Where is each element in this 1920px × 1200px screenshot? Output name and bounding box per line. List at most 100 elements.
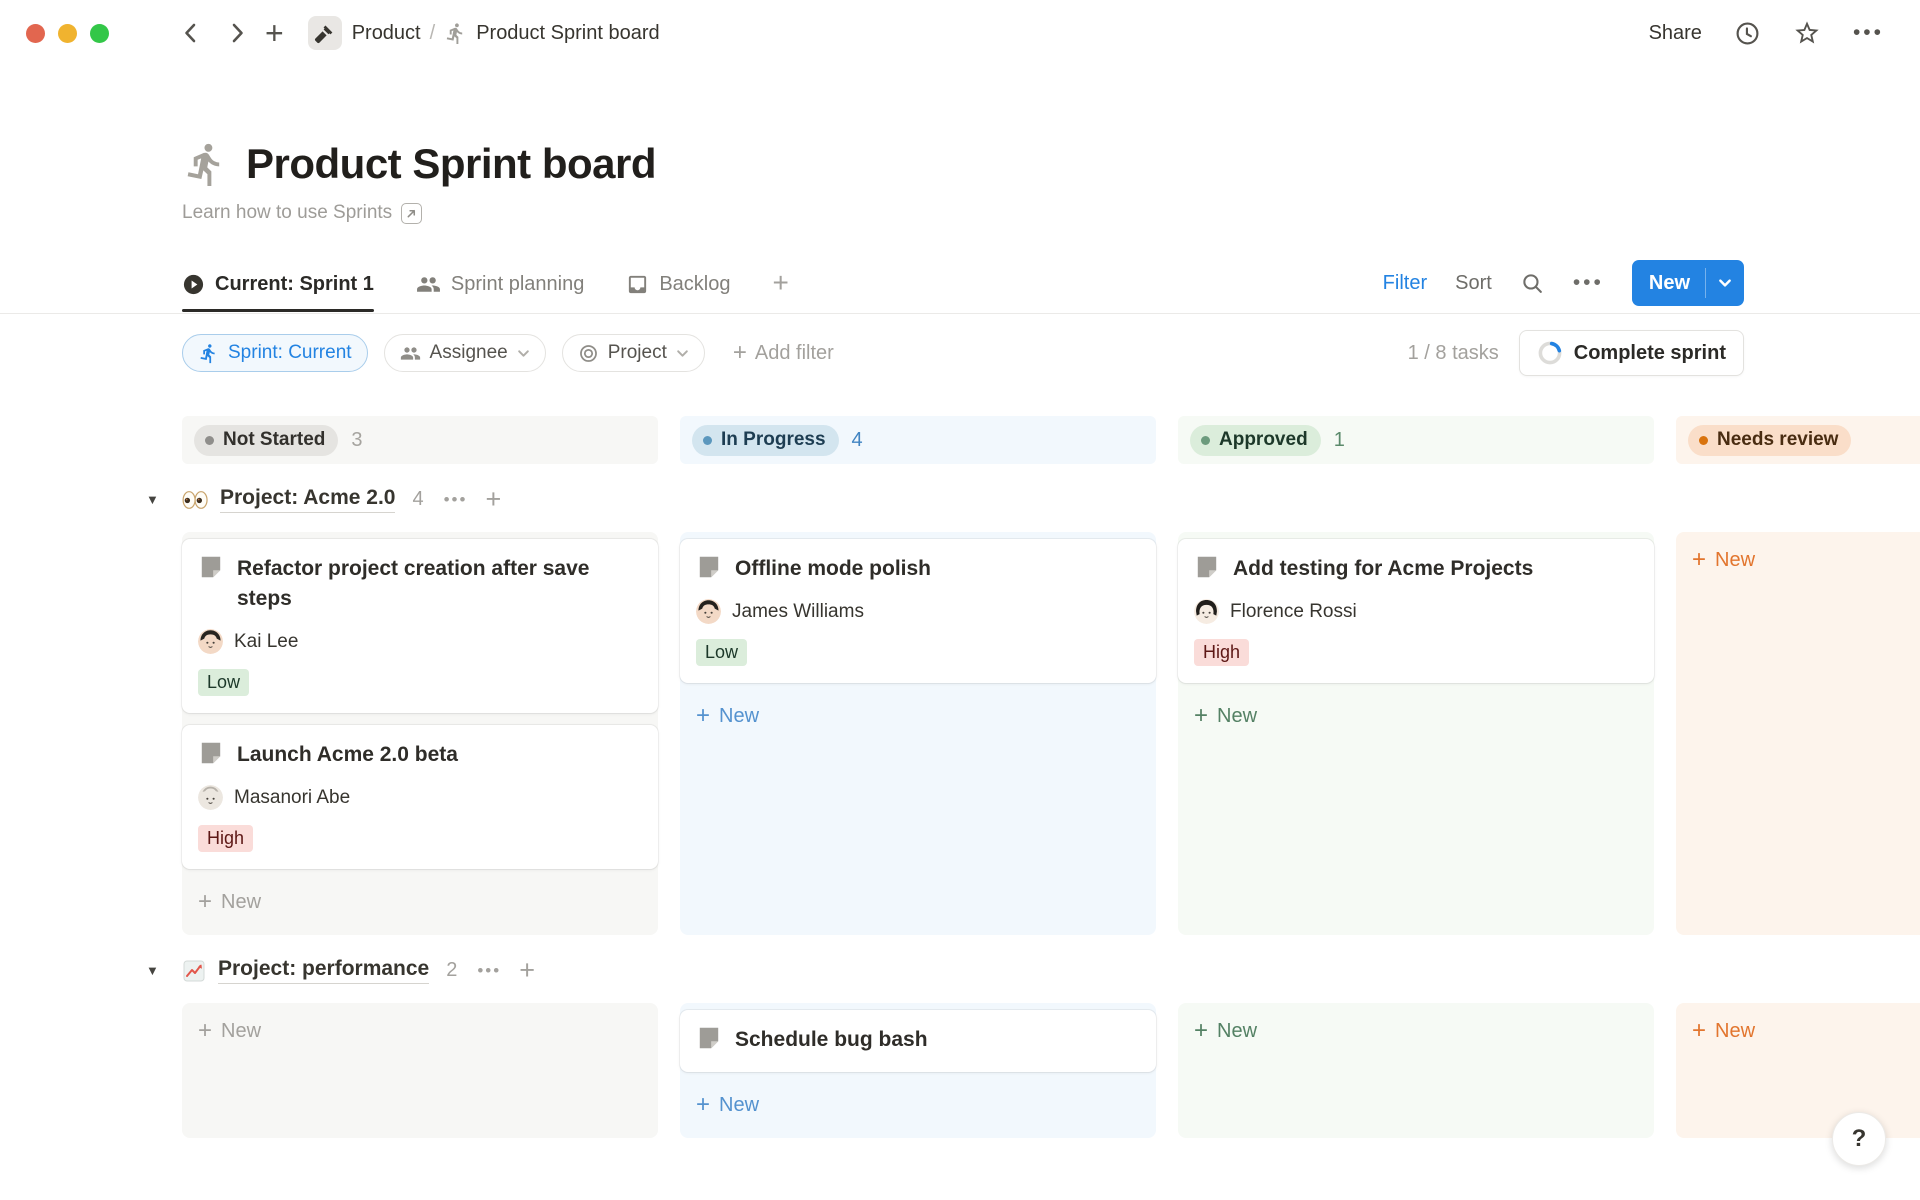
complete-sprint-button[interactable]: Complete sprint: [1519, 330, 1744, 376]
new-card-button[interactable]: +New: [1178, 695, 1654, 737]
close-window-icon[interactable]: [26, 24, 45, 43]
avatar: [198, 629, 223, 654]
status-dot-icon: [205, 436, 214, 445]
help-label: ?: [1852, 1125, 1867, 1153]
new-card-button[interactable]: +New: [1676, 1010, 1920, 1052]
page-icon: [198, 554, 224, 580]
new-card-button[interactable]: +New: [680, 1084, 1156, 1126]
task-card[interactable]: Add testing for Acme ProjectsFlorence Ro…: [1178, 539, 1654, 683]
share-button[interactable]: Share: [1649, 22, 1702, 45]
page-runner-icon[interactable]: [182, 141, 229, 188]
new-card-button[interactable]: +New: [1676, 539, 1920, 581]
priority-tag: High: [1194, 639, 1249, 666]
filter-button[interactable]: Filter: [1383, 272, 1427, 295]
plus-icon: +: [733, 339, 747, 367]
page-icon: [198, 554, 224, 614]
collapse-triangle-icon[interactable]: ▼: [146, 963, 168, 978]
priority-tag: Low: [198, 669, 249, 696]
task-card[interactable]: Offline mode polish James Williams Low: [680, 539, 1156, 683]
group-header: ▼ Project: performance 2 ••• +: [146, 955, 1920, 986]
group-count: 2: [446, 959, 457, 982]
group-more-icon[interactable]: •••: [444, 490, 468, 510]
view-more-icon[interactable]: •••: [1573, 271, 1604, 295]
new-button[interactable]: New: [1632, 260, 1744, 306]
card-assignee: Florence Rossi: [1194, 599, 1638, 624]
chevron-down-icon: [676, 347, 689, 360]
priority-tag: Low: [696, 639, 747, 666]
plus-icon: +: [198, 890, 212, 914]
filter-pill-sprint[interactable]: Sprint: Current: [182, 334, 368, 372]
plus-icon: +: [1194, 704, 1208, 728]
task-card[interactable]: Launch Acme 2.0 betaMasanori AbeHigh: [182, 725, 658, 869]
breadcrumb: Product / Product Sprint board: [342, 22, 660, 45]
menu-icon[interactable]: [131, 24, 157, 42]
group-more-icon[interactable]: •••: [477, 961, 501, 981]
status-dot-icon: [703, 436, 712, 445]
column-body-needs_review: +New: [1676, 1003, 1920, 1138]
card-title: Offline mode polish: [735, 554, 931, 584]
play-circle-icon: [182, 273, 205, 296]
clock-icon[interactable]: [1734, 20, 1761, 47]
task-card[interactable]: Refactor project creation after save ste…: [182, 539, 658, 713]
search-icon[interactable]: [1520, 271, 1545, 296]
column-body-approved: Add testing for Acme ProjectsFlorence Ro…: [1178, 532, 1654, 935]
page-icon: [696, 554, 722, 584]
tab-label: Backlog: [659, 273, 730, 296]
column-header-approved[interactable]: Approved1: [1178, 416, 1654, 464]
task-card[interactable]: Schedule bug bash: [680, 1010, 1156, 1072]
people-icon: [400, 343, 421, 364]
add-filter-label: Add filter: [755, 342, 834, 365]
card-assignee: James Williams: [696, 599, 1140, 624]
plus-icon: +: [198, 1019, 212, 1043]
avatar: [1194, 599, 1219, 624]
plus-icon: +: [1692, 1019, 1706, 1043]
new-button-label: New: [1632, 260, 1705, 306]
filter-pill-project[interactable]: Project: [562, 334, 705, 372]
back-icon[interactable]: [179, 21, 203, 45]
filter-pill-label: Assignee: [430, 342, 508, 364]
column-header-not_started[interactable]: Not Started3: [182, 416, 658, 464]
page-title: Product Sprint board: [246, 140, 656, 188]
chevron-down-icon[interactable]: [1706, 260, 1744, 306]
zoom-window-icon[interactable]: [90, 24, 109, 43]
star-icon[interactable]: [1793, 19, 1821, 47]
help-button[interactable]: ?: [1832, 1112, 1886, 1166]
new-card-button[interactable]: +New: [182, 1010, 658, 1052]
new-tab-icon[interactable]: +: [265, 17, 284, 49]
add-filter-button[interactable]: + Add filter: [733, 339, 834, 367]
workspace-hammer-icon[interactable]: [308, 16, 342, 50]
page-icon: [696, 554, 722, 580]
group-count: 4: [412, 488, 423, 511]
breadcrumb-workspace[interactable]: Product: [352, 22, 421, 45]
group-title[interactable]: Project: Acme 2.0: [220, 486, 395, 513]
page-icon: [198, 740, 224, 770]
collapse-triangle-icon[interactable]: ▼: [146, 492, 168, 507]
status-pill: Needs review: [1688, 425, 1851, 456]
add-view-icon[interactable]: +: [773, 267, 789, 307]
target-icon: [578, 343, 599, 364]
forward-icon[interactable]: [225, 21, 249, 45]
minimize-window-icon[interactable]: [58, 24, 77, 43]
filter-pill-assignee[interactable]: Assignee: [384, 334, 546, 372]
sort-button[interactable]: Sort: [1455, 272, 1492, 295]
column-body-in_progress: Schedule bug bash +New: [680, 1003, 1156, 1138]
learn-link[interactable]: Learn how to use Sprints: [182, 202, 1744, 224]
card-assignee: Kai Lee: [198, 629, 642, 654]
tab-backlog[interactable]: Backlog: [626, 263, 730, 312]
group-title[interactable]: Project: performance: [218, 957, 429, 984]
status-pill: In Progress: [692, 425, 839, 456]
new-card-button[interactable]: +New: [182, 881, 658, 923]
column-header-in_progress[interactable]: In Progress4: [680, 416, 1156, 464]
new-card-button[interactable]: +New: [680, 695, 1156, 737]
new-card-button[interactable]: +New: [1178, 1010, 1654, 1052]
group-add-icon[interactable]: +: [519, 955, 535, 986]
tab-label: Current: Sprint 1: [215, 273, 374, 296]
tab-sprint-planning[interactable]: Sprint planning: [416, 262, 584, 313]
filter-pill-label: Sprint: Current: [228, 342, 352, 364]
column-header-needs_review[interactable]: Needs review: [1676, 416, 1920, 464]
more-icon[interactable]: •••: [1853, 21, 1884, 45]
tab-current-sprint[interactable]: Current: Sprint 1: [182, 263, 374, 312]
breadcrumb-page[interactable]: Product Sprint board: [476, 22, 659, 45]
group-add-icon[interactable]: +: [485, 484, 501, 515]
page-icon: [696, 1025, 722, 1051]
